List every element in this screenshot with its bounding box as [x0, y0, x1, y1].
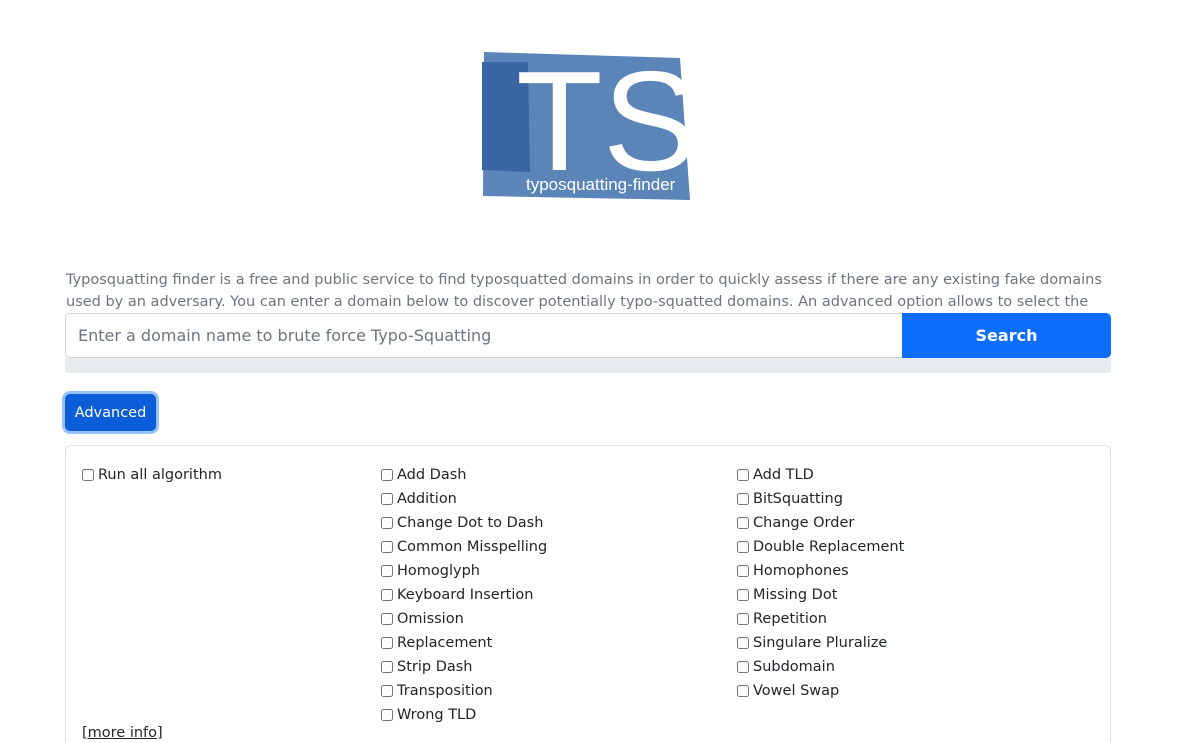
algorithm-option[interactable]: Change Dot to Dash — [381, 511, 547, 535]
algorithm-checkbox[interactable] — [381, 565, 393, 577]
algorithm-label: Singulare Pluralize — [753, 635, 888, 651]
algorithm-option[interactable]: Wrong TLD — [381, 703, 547, 727]
algorithm-checkbox[interactable] — [381, 541, 393, 553]
algorithm-label: Transposition — [397, 683, 493, 699]
run-all-algorithm-checkbox[interactable] — [82, 469, 94, 481]
algorithm-column-b: Add TLD BitSquatting Change Order Double… — [737, 463, 904, 703]
run-all-column: Run all algorithm — [82, 463, 222, 487]
algorithm-option[interactable]: Homophones — [737, 559, 904, 583]
algorithm-label: Omission — [397, 611, 464, 627]
algorithm-label: Vowel Swap — [753, 683, 840, 699]
algorithm-checkbox[interactable] — [737, 589, 749, 601]
algorithm-checkbox[interactable] — [737, 517, 749, 529]
algorithm-option[interactable]: Replacement — [381, 631, 547, 655]
algorithm-label: Add TLD — [753, 467, 814, 483]
algorithm-option[interactable]: Double Replacement — [737, 535, 904, 559]
algorithm-checkbox[interactable] — [381, 517, 393, 529]
algorithm-checkbox[interactable] — [737, 541, 749, 553]
algorithm-option[interactable]: Vowel Swap — [737, 679, 904, 703]
advanced-toggle-button[interactable]: Advanced — [65, 394, 156, 431]
algorithm-checkbox[interactable] — [381, 661, 393, 673]
run-all-algorithm-option[interactable]: Run all algorithm — [82, 463, 222, 487]
ts-logo-icon: TS typosquatting-finder — [482, 48, 697, 201]
algorithm-label: Strip Dash — [397, 659, 473, 675]
typosquatting-finder-logo: TS typosquatting-finder — [478, 48, 698, 204]
algorithm-option[interactable]: BitSquatting — [737, 487, 904, 511]
algorithm-label: Wrong TLD — [397, 707, 477, 723]
algorithm-label: Common Misspelling — [397, 539, 548, 555]
algorithm-option[interactable]: Omission — [381, 607, 547, 631]
algorithm-checkbox[interactable] — [737, 613, 749, 625]
algorithm-option[interactable]: Repetition — [737, 607, 904, 631]
algorithm-option[interactable]: Add TLD — [737, 463, 904, 487]
algorithm-checkbox[interactable] — [381, 493, 393, 505]
algorithm-label: Change Dot to Dash — [397, 515, 544, 531]
algorithm-checkbox[interactable] — [737, 637, 749, 649]
algorithm-checkbox[interactable] — [737, 565, 749, 577]
algorithm-label: Replacement — [397, 635, 493, 651]
algorithm-option[interactable]: Change Order — [737, 511, 904, 535]
algorithm-option[interactable]: Missing Dot — [737, 583, 904, 607]
algorithm-checkbox[interactable] — [381, 469, 393, 481]
algorithm-column-a: Add Dash Addition Change Dot to Dash Com… — [381, 463, 547, 727]
algorithm-label: Homophones — [753, 563, 849, 579]
algorithm-checkbox[interactable] — [381, 637, 393, 649]
algorithm-checkbox[interactable] — [381, 709, 393, 721]
algorithm-option[interactable]: Strip Dash — [381, 655, 547, 679]
algorithm-options-card: Run all algorithm Add Dash Addition Chan… — [65, 445, 1111, 743]
algorithm-label: BitSquatting — [753, 491, 843, 507]
algorithm-label: Add Dash — [397, 467, 467, 483]
algorithm-checkbox[interactable] — [737, 685, 749, 697]
algorithm-option[interactable]: Keyboard Insertion — [381, 583, 547, 607]
algorithm-checkbox[interactable] — [737, 493, 749, 505]
algorithm-checkbox[interactable] — [381, 685, 393, 697]
domain-search-input[interactable] — [65, 313, 902, 358]
algorithm-label: Subdomain — [753, 659, 835, 675]
algorithm-label: Repetition — [753, 611, 827, 627]
algorithm-option[interactable]: Common Misspelling — [381, 535, 547, 559]
algorithm-option[interactable]: Addition — [381, 487, 547, 511]
algorithm-checkbox[interactable] — [737, 661, 749, 673]
algorithm-option[interactable]: Transposition — [381, 679, 547, 703]
algorithm-label: Keyboard Insertion — [397, 587, 534, 603]
algorithm-checkbox[interactable] — [381, 589, 393, 601]
more-info-link[interactable]: [more info] — [82, 725, 163, 741]
search-progress-bar — [65, 358, 1111, 373]
algorithm-option[interactable]: Homoglyph — [381, 559, 547, 583]
algorithm-option[interactable]: Add Dash — [381, 463, 547, 487]
algorithm-label: Addition — [397, 491, 457, 507]
algorithm-option[interactable]: Singulare Pluralize — [737, 631, 904, 655]
run-all-algorithm-label: Run all algorithm — [98, 467, 222, 483]
algorithm-option[interactable]: Subdomain — [737, 655, 904, 679]
algorithm-label: Change Order — [753, 515, 855, 531]
algorithm-label: Double Replacement — [753, 539, 905, 555]
search-bar: Search — [65, 313, 1111, 358]
algorithm-checkbox[interactable] — [381, 613, 393, 625]
logo-caption: typosquatting-finder — [526, 175, 676, 194]
search-button[interactable]: Search — [902, 313, 1111, 358]
algorithm-checkbox[interactable] — [737, 469, 749, 481]
algorithm-label: Missing Dot — [753, 587, 838, 603]
algorithm-label: Homoglyph — [397, 563, 480, 579]
